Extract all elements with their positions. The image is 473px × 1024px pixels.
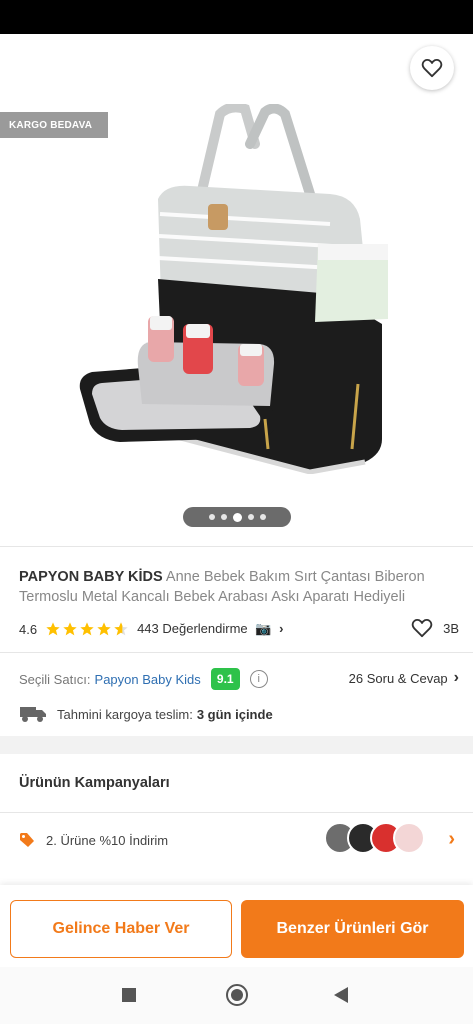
rating-value: 4.6 bbox=[19, 621, 38, 637]
chevron-right-icon: › bbox=[279, 621, 284, 636]
star-half-icon bbox=[114, 622, 128, 636]
seller-label: Seçili Satıcı: bbox=[19, 671, 91, 687]
product-brand[interactable]: PAPYON BABY KİDS bbox=[19, 569, 163, 585]
status-bar bbox=[0, 0, 473, 34]
delivery-row: Tahmini kargoya teslim: 3 gün içinde bbox=[19, 702, 459, 726]
pagination-dot[interactable] bbox=[208, 514, 215, 520]
questions-link[interactable]: 26 Soru & Cevap › bbox=[349, 669, 459, 687]
back-button[interactable] bbox=[18, 51, 50, 83]
bottom-action-bar: Gelince Haber Ver Benzer Ürünleri Gör bbox=[0, 885, 473, 967]
system-nav-bar bbox=[0, 967, 473, 1024]
home-button[interactable] bbox=[226, 984, 248, 1006]
camera-icon: 📷 bbox=[255, 621, 272, 636]
favorite-button[interactable] bbox=[410, 46, 454, 90]
divider bbox=[0, 812, 473, 813]
gallery-pagination bbox=[183, 507, 291, 527]
star-icon bbox=[46, 622, 60, 636]
campaign-label: 2. Ürüne %10 İndirim bbox=[46, 832, 169, 848]
info-icon[interactable]: i bbox=[249, 670, 268, 688]
top-nav bbox=[0, 34, 473, 100]
campaign-item[interactable]: 2. Ürüne %10 İndirim › bbox=[19, 822, 459, 858]
pagination-dot[interactable] bbox=[247, 514, 254, 520]
favorite-count-value: 3B bbox=[443, 620, 459, 636]
heart-outline-icon bbox=[421, 58, 443, 78]
chevron-right-icon: › bbox=[448, 828, 455, 850]
review-count-link[interactable]: 443 Değerlendirme 📷 › bbox=[137, 621, 283, 637]
delivery-value: 3 gün içinde bbox=[196, 706, 273, 722]
star-icon bbox=[97, 622, 111, 636]
delivery-label: Tahmini kargoya teslim: bbox=[57, 706, 193, 722]
campaigns-title: Ürünün Kampanyaları bbox=[19, 775, 170, 791]
system-back-button[interactable] bbox=[334, 987, 348, 1003]
pagination-dot[interactable] bbox=[220, 514, 227, 520]
tag-icon bbox=[20, 833, 34, 847]
pagination-dot[interactable] bbox=[259, 514, 266, 520]
star-icon bbox=[80, 622, 94, 636]
share-button[interactable] bbox=[352, 51, 382, 83]
product-image bbox=[79, 104, 388, 474]
divider bbox=[0, 546, 473, 547]
favorite-count[interactable]: 3B bbox=[411, 618, 459, 638]
free-shipping-badge: KARGO BEDAVA bbox=[0, 112, 108, 138]
rating-row: 4.6 443 Değerlendirme 📷 › 3B bbox=[19, 618, 459, 640]
seller-row: Seçili Satıcı: Papyon Baby Kids 9.1 i 26… bbox=[19, 667, 459, 691]
pagination-dot-active[interactable] bbox=[232, 512, 242, 522]
heart-outline-icon bbox=[411, 618, 433, 638]
recents-button[interactable] bbox=[122, 988, 136, 1002]
arrow-left-icon bbox=[22, 56, 46, 78]
questions-label: 26 Soru & Cevap bbox=[348, 670, 448, 686]
seller-name-link[interactable]: Papyon Baby Kids bbox=[95, 672, 201, 687]
campaign-thumbnails bbox=[324, 822, 425, 854]
truck-icon bbox=[20, 707, 46, 722]
divider bbox=[0, 652, 473, 653]
review-count: 443 Değerlendirme bbox=[137, 621, 248, 636]
product-gallery[interactable]: KARGO BEDAVA bbox=[0, 34, 473, 546]
notify-me-button[interactable]: Gelince Haber Ver bbox=[10, 900, 232, 958]
campaign-thumbnail bbox=[393, 822, 425, 854]
product-title: PAPYON BABY KİDS Anne Bebek Bakım Sırt Ç… bbox=[19, 567, 459, 607]
similar-products-button[interactable]: Benzer Ürünleri Gör bbox=[241, 900, 464, 958]
seller-score-badge: 9.1 bbox=[210, 668, 240, 690]
section-separator bbox=[0, 736, 473, 754]
rating-stars bbox=[45, 621, 129, 637]
star-icon bbox=[63, 622, 77, 636]
share-icon bbox=[355, 54, 378, 80]
chevron-right-icon: › bbox=[453, 669, 459, 686]
